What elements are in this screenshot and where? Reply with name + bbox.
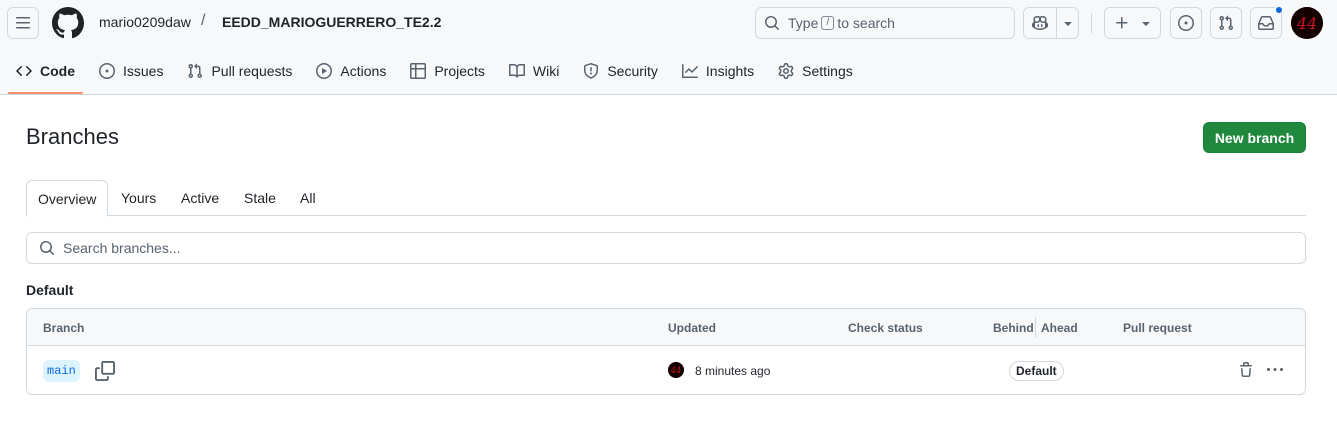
column-header-pull-request: Pull request xyxy=(1123,321,1192,335)
section-heading-default: Default xyxy=(26,282,74,298)
column-header-check-status: Check status xyxy=(848,321,923,335)
hamburger-icon xyxy=(16,17,30,29)
plus-icon xyxy=(1116,17,1128,29)
tab-stale[interactable]: Stale xyxy=(244,180,276,216)
branch-filter-tabs: Overview Yours Active Stale All xyxy=(26,180,1306,217)
pull-request-icon xyxy=(187,63,203,79)
copilot-icon xyxy=(1032,15,1048,31)
copy-icon[interactable] xyxy=(95,361,115,381)
tab-insights[interactable]: Insights xyxy=(674,54,762,88)
tab-security[interactable]: Security xyxy=(575,54,666,88)
column-header-behind: Behind xyxy=(993,321,1034,335)
tab-issues[interactable]: Issues xyxy=(91,54,171,88)
breadcrumb-separator: / xyxy=(201,12,206,29)
tab-active[interactable]: Active xyxy=(181,180,219,216)
column-header-updated: Updated xyxy=(668,321,716,335)
breadcrumb-repo[interactable]: EEDD_MARIOGUERRERO_TE2.2 xyxy=(222,14,441,30)
header-divider xyxy=(1091,13,1092,33)
issue-icon xyxy=(1178,15,1194,31)
tab-pull-requests-label: Pull requests xyxy=(211,63,293,79)
shield-icon xyxy=(583,63,599,79)
column-header-ahead: Ahead xyxy=(1041,321,1078,335)
search-icon xyxy=(765,16,780,31)
notification-indicator xyxy=(1275,6,1283,14)
new-branch-button[interactable]: New branch xyxy=(1203,122,1306,153)
tab-settings-label: Settings xyxy=(802,63,853,79)
tab-settings[interactable]: Settings xyxy=(770,54,861,88)
pull-requests-button[interactable] xyxy=(1210,7,1242,39)
global-search-input[interactable]: Type / to search xyxy=(755,7,1015,39)
branches-table: Branch Updated Check status Behind Ahead… xyxy=(26,308,1306,395)
kebab-horizontal-icon[interactable] xyxy=(1267,362,1283,378)
tab-yours[interactable]: Yours xyxy=(121,180,156,216)
menu-button[interactable] xyxy=(7,7,39,39)
breadcrumb-owner[interactable]: mario0209daw xyxy=(99,14,191,30)
updated-time: 8 minutes ago xyxy=(695,364,771,378)
column-header-branch: Branch xyxy=(43,321,85,335)
avatar-text: 44 xyxy=(1296,14,1317,33)
table-icon xyxy=(410,63,427,79)
inbox-icon xyxy=(1258,15,1274,30)
tab-insights-label: Insights xyxy=(705,63,755,79)
issues-button[interactable] xyxy=(1170,7,1202,39)
search-shortcut-key: / xyxy=(821,16,835,30)
tab-pull-requests[interactable]: Pull requests xyxy=(179,54,300,88)
split-divider xyxy=(1056,8,1057,38)
trash-icon[interactable] xyxy=(1238,362,1254,378)
tab-security-label: Security xyxy=(607,63,658,79)
tab-code-label: Code xyxy=(40,63,75,79)
app-header: mario0209daw / EEDD_MARIOGUERRERO_TE2.2 … xyxy=(0,0,1337,95)
search-icon xyxy=(40,241,55,256)
tab-projects-label: Projects xyxy=(434,63,485,79)
code-icon xyxy=(16,63,32,79)
branch-name-link[interactable]: main xyxy=(43,360,80,382)
tab-actions[interactable]: Actions xyxy=(308,54,394,88)
book-icon xyxy=(508,63,525,79)
create-new-button[interactable] xyxy=(1104,7,1161,39)
user-avatar[interactable]: 44 xyxy=(1291,7,1323,39)
tab-actions-label: Actions xyxy=(340,63,387,79)
page-title: Branches xyxy=(26,124,119,149)
author-avatar[interactable]: 44 xyxy=(668,362,684,378)
tab-overview[interactable]: Overview xyxy=(26,180,109,217)
copilot-button[interactable] xyxy=(1023,7,1079,39)
graph-icon xyxy=(681,63,698,79)
repo-nav: Code Issues Pull requests Actions Projec… xyxy=(8,54,869,94)
tab-wiki[interactable]: Wiki xyxy=(501,54,567,88)
gear-icon xyxy=(778,63,794,79)
behind-ahead-divider xyxy=(1035,317,1036,338)
github-logo-icon[interactable] xyxy=(52,7,84,39)
tab-issues-label: Issues xyxy=(123,63,164,79)
search-prefix: Type xyxy=(788,15,819,31)
table-header: Branch Updated Check status Behind Ahead… xyxy=(27,309,1305,346)
branch-search-input[interactable]: Search branches... xyxy=(26,232,1306,264)
search-suffix: to search xyxy=(837,15,895,31)
issue-icon xyxy=(99,63,115,79)
branch-search-placeholder: Search branches... xyxy=(63,240,181,256)
chevron-down-icon xyxy=(1142,22,1150,26)
tab-all[interactable]: All xyxy=(300,180,316,216)
table-row: main 44 8 minutes ago Default xyxy=(27,346,1305,394)
chevron-down-icon[interactable] xyxy=(1060,15,1076,31)
tab-code[interactable]: Code xyxy=(8,54,83,94)
play-icon xyxy=(316,63,333,79)
default-badge: Default xyxy=(1009,361,1064,381)
tab-projects[interactable]: Projects xyxy=(402,54,493,88)
pull-request-icon xyxy=(1219,15,1234,31)
tab-wiki-label: Wiki xyxy=(532,63,560,79)
author-avatar-text: 44 xyxy=(670,366,681,375)
